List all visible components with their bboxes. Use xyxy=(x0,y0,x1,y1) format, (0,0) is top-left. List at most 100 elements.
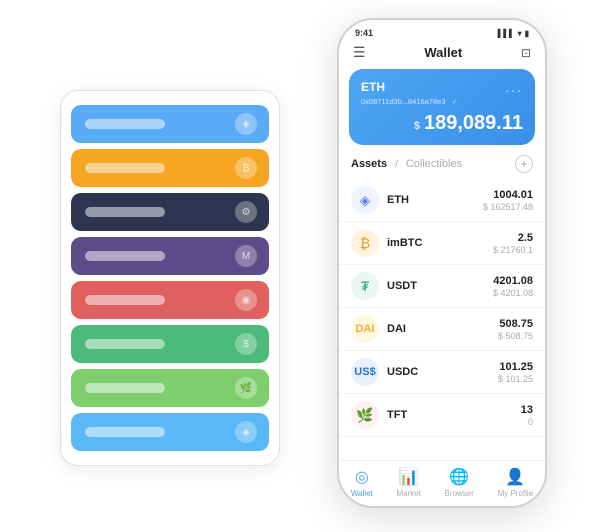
wallet-nav-icon: ◎ xyxy=(355,467,369,487)
balance-more-icon[interactable]: ... xyxy=(505,79,523,95)
stack-card-label xyxy=(85,383,165,393)
stack-card-2: ⚙ xyxy=(71,193,269,231)
menu-icon[interactable]: ☰ xyxy=(353,44,366,61)
profile-nav-icon: 👤 xyxy=(505,467,525,487)
balance-coin: ETH xyxy=(361,80,385,94)
tab-divider: / xyxy=(395,159,398,170)
asset-usd: $ 21760.1 xyxy=(493,245,533,255)
stack-card-1: ₿ xyxy=(71,149,269,187)
market-nav-icon: 📊 xyxy=(399,467,419,487)
asset-amount: 13 xyxy=(521,404,533,416)
signal-icon: ▌▌▌ xyxy=(498,29,515,38)
asset-name: imBTC xyxy=(387,237,493,249)
status-bar: 9:41 ▌▌▌ ▾ ▮ xyxy=(339,20,545,38)
asset-list: ◈ ETH 1004.01 $ 162517.48 ₿ imBTC 2.5 $ … xyxy=(339,179,545,460)
stack-card-label xyxy=(85,251,165,261)
balance-address: 0x08711d3b...8416a78e3 ✓ xyxy=(361,97,523,106)
asset-amount: 2.5 xyxy=(493,232,533,244)
table-row[interactable]: US$ USDC 101.25 $ 101.25 xyxy=(339,351,545,394)
asset-values: 2.5 $ 21760.1 xyxy=(493,232,533,255)
stack-card-5: $ xyxy=(71,325,269,363)
stack-card-icon: ◈ xyxy=(235,113,257,135)
table-row[interactable]: 🌿 TFT 13 0 xyxy=(339,394,545,437)
asset-usd: $ 508.75 xyxy=(498,331,533,341)
tab-assets[interactable]: Assets xyxy=(351,158,387,170)
asset-name: USDC xyxy=(387,366,498,378)
stack-card-7: ◈ xyxy=(71,413,269,451)
stack-card-label xyxy=(85,119,165,129)
phone-content: ETH ... 0x08711d3b...8416a78e3 ✓ $189,08… xyxy=(339,69,545,460)
battery-icon: ▮ xyxy=(525,29,529,38)
asset-values: 4201.08 $ 4201.08 xyxy=(493,275,533,298)
asset-name: ETH xyxy=(387,194,483,206)
page-title: Wallet xyxy=(424,45,462,60)
asset-usd: $ 4201.08 xyxy=(493,288,533,298)
balance-card-top: ETH ... xyxy=(361,79,523,95)
nav-label-browser: Browser xyxy=(445,489,474,498)
tab-collectibles[interactable]: Collectibles xyxy=(406,158,462,170)
asset-amount: 101.25 xyxy=(498,361,533,373)
asset-name: DAI xyxy=(387,323,498,335)
dai-coin-icon: DAI xyxy=(351,315,379,343)
nav-item-profile[interactable]: 👤 My Profile xyxy=(498,467,534,498)
nav-item-market[interactable]: 📊 Market xyxy=(396,467,420,498)
stack-card-icon: ◈ xyxy=(235,421,257,443)
eth-coin-icon: ◈ xyxy=(351,186,379,214)
phone-header: ☰ Wallet ⊡ xyxy=(339,38,545,69)
stack-card-icon: 🌿 xyxy=(235,377,257,399)
asset-usd: $ 162517.48 xyxy=(483,202,533,212)
bottom-nav: ◎ Wallet 📊 Market 🌐 Browser 👤 My Profile xyxy=(339,460,545,506)
wifi-icon: ▾ xyxy=(518,29,522,38)
stack-card-icon: ₿ xyxy=(235,157,257,179)
add-asset-button[interactable]: + xyxy=(515,155,533,173)
imbtc-coin-icon: ₿ xyxy=(351,229,379,257)
asset-amount: 1004.01 xyxy=(483,189,533,201)
stack-card-4: ◉ xyxy=(71,281,269,319)
assets-header: Assets / Collectibles + xyxy=(339,155,545,179)
asset-values: 13 0 xyxy=(521,404,533,427)
assets-tabs: Assets / Collectibles xyxy=(351,158,462,170)
scan-icon[interactable]: ⊡ xyxy=(521,46,531,60)
nav-item-wallet[interactable]: ◎ Wallet xyxy=(351,467,373,498)
nav-label-profile: My Profile xyxy=(498,489,534,498)
stack-card-icon: $ xyxy=(235,333,257,355)
table-row[interactable]: ₿ imBTC 2.5 $ 21760.1 xyxy=(339,222,545,265)
asset-usd: 0 xyxy=(521,417,533,427)
phone-frame: 9:41 ▌▌▌ ▾ ▮ ☰ Wallet ⊡ ETH ... 0x08711d… xyxy=(337,18,547,508)
asset-amount: 508.75 xyxy=(498,318,533,330)
nav-label-market: Market xyxy=(396,489,420,498)
status-time: 9:41 xyxy=(355,28,373,38)
stack-card-0: ◈ xyxy=(71,105,269,143)
asset-values: 101.25 $ 101.25 xyxy=(498,361,533,384)
nav-label-wallet: Wallet xyxy=(351,489,373,498)
stack-card-label xyxy=(85,427,165,437)
stack-card-label xyxy=(85,339,165,349)
usdc-coin-icon: US$ xyxy=(351,358,379,386)
usdt-coin-icon: ₮ xyxy=(351,272,379,300)
card-stack-device: ◈ ₿ ⚙ M ◉ $ 🌿 ◈ xyxy=(60,90,280,466)
asset-amount: 4201.08 xyxy=(493,275,533,287)
asset-name: TFT xyxy=(387,409,521,421)
nav-item-browser[interactable]: 🌐 Browser xyxy=(445,467,474,498)
status-icons: ▌▌▌ ▾ ▮ xyxy=(498,29,529,38)
stack-card-label xyxy=(85,207,165,217)
table-row[interactable]: DAI DAI 508.75 $ 508.75 xyxy=(339,308,545,351)
stack-card-3: M xyxy=(71,237,269,275)
stack-card-icon: M xyxy=(235,245,257,267)
asset-usd: $ 101.25 xyxy=(498,374,533,384)
stack-card-label xyxy=(85,163,165,173)
balance-card: ETH ... 0x08711d3b...8416a78e3 ✓ $189,08… xyxy=(349,69,535,145)
asset-values: 508.75 $ 508.75 xyxy=(498,318,533,341)
table-row[interactable]: ₮ USDT 4201.08 $ 4201.08 xyxy=(339,265,545,308)
stack-card-label xyxy=(85,295,165,305)
browser-nav-icon: 🌐 xyxy=(449,467,469,487)
tft-coin-icon: 🌿 xyxy=(351,401,379,429)
address-checkmark: ✓ xyxy=(452,97,458,106)
asset-values: 1004.01 $ 162517.48 xyxy=(483,189,533,212)
table-row[interactable]: ◈ ETH 1004.01 $ 162517.48 xyxy=(339,179,545,222)
asset-name: USDT xyxy=(387,280,493,292)
balance-amount: $189,089.11 xyxy=(361,112,523,135)
stack-card-icon: ⚙ xyxy=(235,201,257,223)
stack-card-icon: ◉ xyxy=(235,289,257,311)
stack-card-6: 🌿 xyxy=(71,369,269,407)
